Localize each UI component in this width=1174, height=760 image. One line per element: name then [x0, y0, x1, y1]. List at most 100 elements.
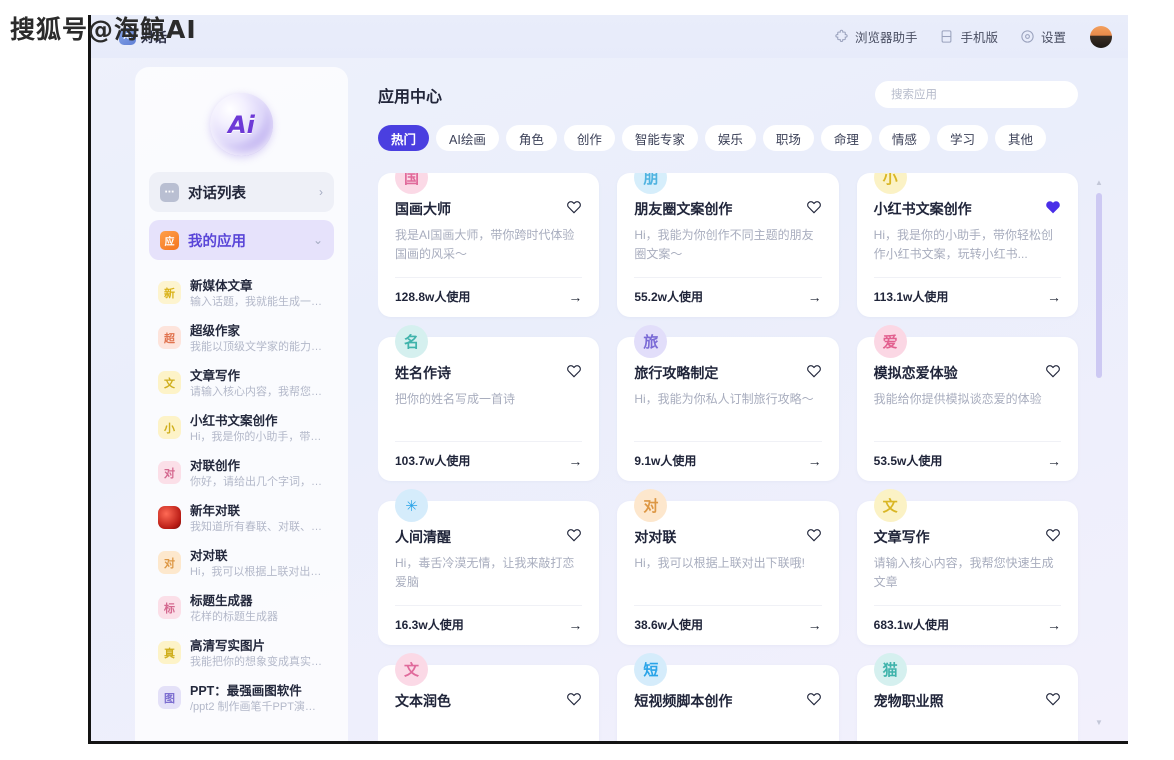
- vertical-scrollbar[interactable]: ▲ ▼: [1095, 179, 1103, 727]
- arrow-right-icon[interactable]: →: [1047, 290, 1061, 304]
- browser-assistant-button[interactable]: 浏览器助手: [834, 27, 917, 46]
- app-card[interactable]: 国国画大师 我是AI国画大师，带你跨时代体验国画的风采～ 128.8w人使用 →: [378, 173, 600, 317]
- sidebar-app-name: 超级作家: [190, 324, 241, 338]
- content-area: Ai ⋯ 对话列表 › 应 我的应用 ⌄ 新新媒体文章输入话题，我就能生成一篇有…: [91, 58, 1128, 741]
- sidebar-app-desc: 输入话题，我就能生成一篇有深...: [190, 296, 325, 308]
- puzzle-icon: [835, 29, 848, 42]
- apps-icon: 应: [160, 230, 179, 250]
- app-card[interactable]: ✳ 人间清醒 Hi，毒舌冷漠无情，让我来敲打恋爱脑 16.3w人使用 →: [378, 489, 600, 645]
- arrow-right-icon[interactable]: →: [568, 454, 582, 468]
- sidebar-app-desc: 你好，请给出几个字词，自带创...: [190, 476, 325, 488]
- app-card-usage-count: 128.8w人使用: [395, 290, 471, 304]
- sidebar-app-icon: 文: [158, 371, 181, 394]
- app-card-description: 我是AI国画大师，带你跨时代体验国画的风采～: [395, 228, 575, 261]
- tab-10[interactable]: 其他: [994, 125, 1046, 151]
- tab-4[interactable]: 智能专家: [621, 125, 698, 151]
- arrow-right-icon[interactable]: →: [568, 290, 582, 304]
- sidebar-app-item[interactable]: 小小红书文案创作 Hi，我是你的小助手，带你轻松...: [149, 407, 334, 452]
- app-card[interactable]: 文文章写作 请输入核心内容，我帮您快速生成文章 683.1w人使用 →: [856, 489, 1078, 645]
- app-card-badge-icon: 小: [873, 173, 907, 194]
- sidebar-app-item[interactable]: 新新媒体文章输入话题，我就能生成一篇有深...: [149, 272, 334, 317]
- sidebar-app-icon: 真: [158, 641, 181, 664]
- sidebar-app-item[interactable]: 标标题生成器 花样的标题生成器: [149, 587, 334, 632]
- avatar[interactable]: [1090, 25, 1112, 48]
- app-card-header: 姓名作诗: [395, 363, 582, 383]
- app-card-title: 国画大师: [395, 201, 451, 217]
- sidebar-app-list: 新新媒体文章输入话题，我就能生成一篇有深...超超级作家我能以顶级文学家的能力为…: [135, 268, 348, 722]
- app-card[interactable]: 猫宠物职业照→: [856, 653, 1078, 741]
- app-card-description: Hi，我能为你私人订制旅行攻略～: [634, 392, 814, 406]
- arrow-right-icon[interactable]: →: [568, 618, 582, 632]
- tab-9[interactable]: 学习: [936, 125, 988, 151]
- sidebar-app-item[interactable]: 对对对联 Hi，我可以根据上联对出下联哦!: [149, 542, 334, 587]
- app-card[interactable]: 短短视频脚本创作→: [617, 653, 839, 741]
- sidebar-app-desc: 请输入核心内容，我帮您快速生...: [190, 386, 325, 398]
- heart-outline-icon[interactable]: [806, 527, 822, 543]
- tab-5[interactable]: 娱乐: [704, 125, 756, 151]
- app-card-footer: 53.5w人使用 →: [873, 441, 1061, 469]
- sidebar-app-item[interactable]: 新年对联我知道所有春联、对联、而且语...: [149, 497, 334, 542]
- scroll-down-arrow-icon[interactable]: ▼: [1095, 719, 1103, 727]
- sidebar-app-item[interactable]: 超超级作家我能以顶级文学家的能力为你的...: [149, 317, 334, 362]
- app-card-badge-icon: 爱: [873, 325, 907, 358]
- app-card-description: Hi，我可以根据上联对出下联哦!: [634, 556, 805, 570]
- tab-3[interactable]: 创作: [563, 125, 615, 151]
- tab-1[interactable]: AI绘画: [436, 125, 499, 151]
- app-card[interactable]: 朋朋友圈文案创作 Hi，我能为你创作不同主题的朋友圈文案～ 55.2w人使用 →: [617, 173, 839, 317]
- app-card[interactable]: 旅旅行攻略制定 Hi，我能为你私人订制旅行攻略～ 9.1w人使用 →: [617, 325, 839, 481]
- app-card-badge-icon: 旅: [634, 325, 668, 358]
- search-input[interactable]: [889, 87, 1064, 102]
- heart-outline-icon[interactable]: [566, 527, 582, 543]
- arrow-right-icon[interactable]: →: [1047, 454, 1061, 468]
- heart-outline-icon[interactable]: [566, 199, 582, 215]
- app-card-title: 姓名作诗: [395, 365, 451, 381]
- sidebar-app-item[interactable]: 文文章写作请输入核心内容，我帮您快速生...: [149, 362, 334, 407]
- arrow-right-icon[interactable]: →: [808, 290, 822, 304]
- heart-outline-icon[interactable]: [566, 691, 582, 707]
- settings-button[interactable]: 设置: [1020, 27, 1066, 46]
- sidebar-app-icon: 标: [158, 596, 181, 619]
- sidebar-item-my-apps[interactable]: 应 我的应用 ⌄: [149, 220, 334, 260]
- logo-text: Ai: [228, 110, 255, 139]
- app-card[interactable]: 文文本润色→: [378, 653, 600, 741]
- scrollbar-thumb[interactable]: [1096, 193, 1102, 378]
- search-box[interactable]: [875, 81, 1078, 108]
- app-card[interactable]: 名姓名作诗 把你的姓名写成一首诗 103.7w人使用 →: [378, 325, 600, 481]
- app-card-header: 人间清醒: [395, 527, 582, 547]
- heart-outline-icon[interactable]: [1045, 527, 1061, 543]
- heart-outline-icon[interactable]: [566, 363, 582, 379]
- scroll-up-arrow-icon[interactable]: ▲: [1095, 179, 1103, 187]
- mobile-version-button[interactable]: 手机版: [939, 27, 998, 46]
- heart-outline-icon[interactable]: [1045, 363, 1061, 379]
- heart-outline-icon[interactable]: [806, 199, 822, 215]
- tab-2[interactable]: 角色: [505, 125, 557, 151]
- sidebar-item-conversations[interactable]: ⋯ 对话列表 ›: [149, 172, 334, 212]
- app-card-usage-count: 55.2w人使用: [634, 290, 704, 304]
- tab-7[interactable]: 命理: [820, 125, 872, 151]
- app-card-title: 旅行攻略制定: [634, 365, 719, 381]
- arrow-right-icon[interactable]: →: [1047, 618, 1061, 632]
- arrow-right-icon[interactable]: →: [808, 618, 822, 632]
- heart-outline-icon[interactable]: [1045, 691, 1061, 707]
- tab-6[interactable]: 职场: [762, 125, 814, 151]
- sidebar-app-item[interactable]: 真高清写实图片 我能把你的想象变成真实图像~: [149, 632, 334, 677]
- tab-8[interactable]: 情感: [878, 125, 930, 151]
- app-card[interactable]: 爱模拟恋爱体验 我能给你提供模拟谈恋爱的体验 53.5w人使用 →: [856, 325, 1078, 481]
- sidebar-app-item[interactable]: 对对联创作你好，请给出几个字词，自带创...: [149, 452, 334, 497]
- app-card-title: 短视频脚本创作: [634, 693, 733, 709]
- app-card[interactable]: 小小红书文案创作 Hi，我是你的小助手，带你轻松创作小红书文案，玩转小红书... 1…: [856, 173, 1078, 317]
- heart-outline-icon[interactable]: [806, 691, 822, 707]
- tab-0[interactable]: 热门: [378, 125, 430, 151]
- main-panel: 应用中心 热门AI绘画角色创作智能专家娱乐职场命理情感学习其他 国国画大师我是A…: [348, 67, 1116, 741]
- arrow-right-icon[interactable]: →: [808, 454, 822, 468]
- sidebar-app-name: 小红书文案创作: [190, 414, 278, 428]
- app-card-header: 模拟恋爱体验: [874, 363, 1061, 383]
- sidebar-app-item[interactable]: 图 PPT：最强画图软件/ppt2 制作画笔千PPT演图的...: [149, 677, 334, 722]
- heart-outline-icon[interactable]: [806, 363, 822, 379]
- sidebar-app-icon: 小: [158, 416, 181, 439]
- app-card-header: 文章写作: [874, 527, 1061, 547]
- app-card-title: 朋友圈文案创作: [634, 201, 733, 217]
- heart-filled-icon[interactable]: [1045, 199, 1061, 215]
- app-card-footer: 16.3w人使用 →: [395, 605, 583, 633]
- app-card[interactable]: 对对对联 Hi，我可以根据上联对出下联哦! 38.6w人使用 →: [617, 489, 839, 645]
